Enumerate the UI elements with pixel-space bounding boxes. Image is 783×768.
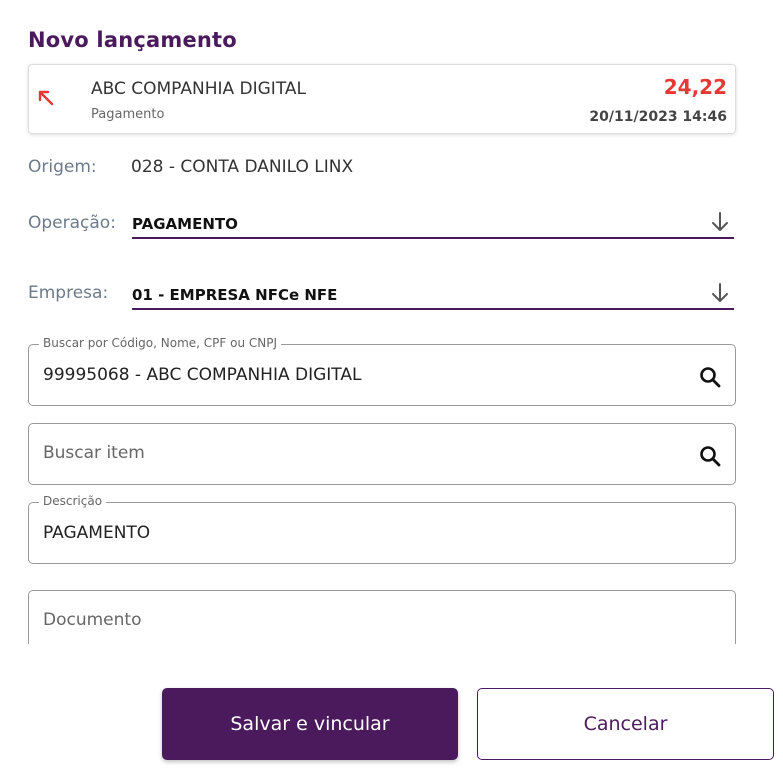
- documento-field[interactable]: Documento: [28, 590, 736, 644]
- buscar-item-input[interactable]: Buscar item: [43, 443, 145, 463]
- operacao-value: PAGAMENTO: [132, 215, 238, 233]
- origem-label: Origem:: [28, 157, 97, 177]
- origem-value: 028 - CONTA DANILO LINX: [131, 157, 354, 177]
- descricao-input[interactable]: PAGAMENTO: [43, 523, 150, 543]
- search-icon[interactable]: [699, 445, 721, 467]
- documento-input[interactable]: Documento: [43, 610, 141, 630]
- transaction-name: ABC COMPANHIA DIGITAL: [91, 79, 306, 99]
- operacao-select[interactable]: PAGAMENTO: [132, 209, 734, 239]
- empresa-select[interactable]: 01 - EMPRESA NFCe NFE: [132, 280, 734, 310]
- search-icon[interactable]: [699, 366, 721, 388]
- arrow-down-icon: [712, 283, 728, 302]
- arrow-down-icon: [712, 212, 728, 231]
- transaction-datetime: 20/11/2023 14:46: [589, 109, 727, 125]
- descricao-field[interactable]: Descrição PAGAMENTO: [28, 494, 736, 564]
- descricao-legend: Descrição: [39, 494, 107, 508]
- transaction-amount: 24,22: [663, 75, 727, 99]
- operacao-label: Operação:: [28, 213, 116, 233]
- save-and-link-button[interactable]: Salvar e vincular: [162, 688, 458, 760]
- buscar-cliente-input[interactable]: 99995068 - ABC COMPANHIA DIGITAL: [43, 365, 361, 385]
- cancel-button[interactable]: Cancelar: [477, 688, 774, 760]
- buscar-item-field[interactable]: Buscar item: [28, 423, 736, 485]
- buscar-cliente-field[interactable]: Buscar por Código, Nome, CPF ou CNPJ 999…: [28, 336, 736, 406]
- empresa-value: 01 - EMPRESA NFCe NFE: [132, 286, 338, 304]
- transaction-card: ABC COMPANHIA DIGITAL Pagamento 24,22 20…: [28, 64, 736, 134]
- arrow-up-left-icon: [38, 90, 54, 106]
- transaction-type: Pagamento: [91, 107, 165, 122]
- buscar-cliente-legend: Buscar por Código, Nome, CPF ou CNPJ: [39, 336, 281, 350]
- empresa-label: Empresa:: [28, 283, 109, 303]
- page-title: Novo lançamento: [28, 28, 237, 52]
